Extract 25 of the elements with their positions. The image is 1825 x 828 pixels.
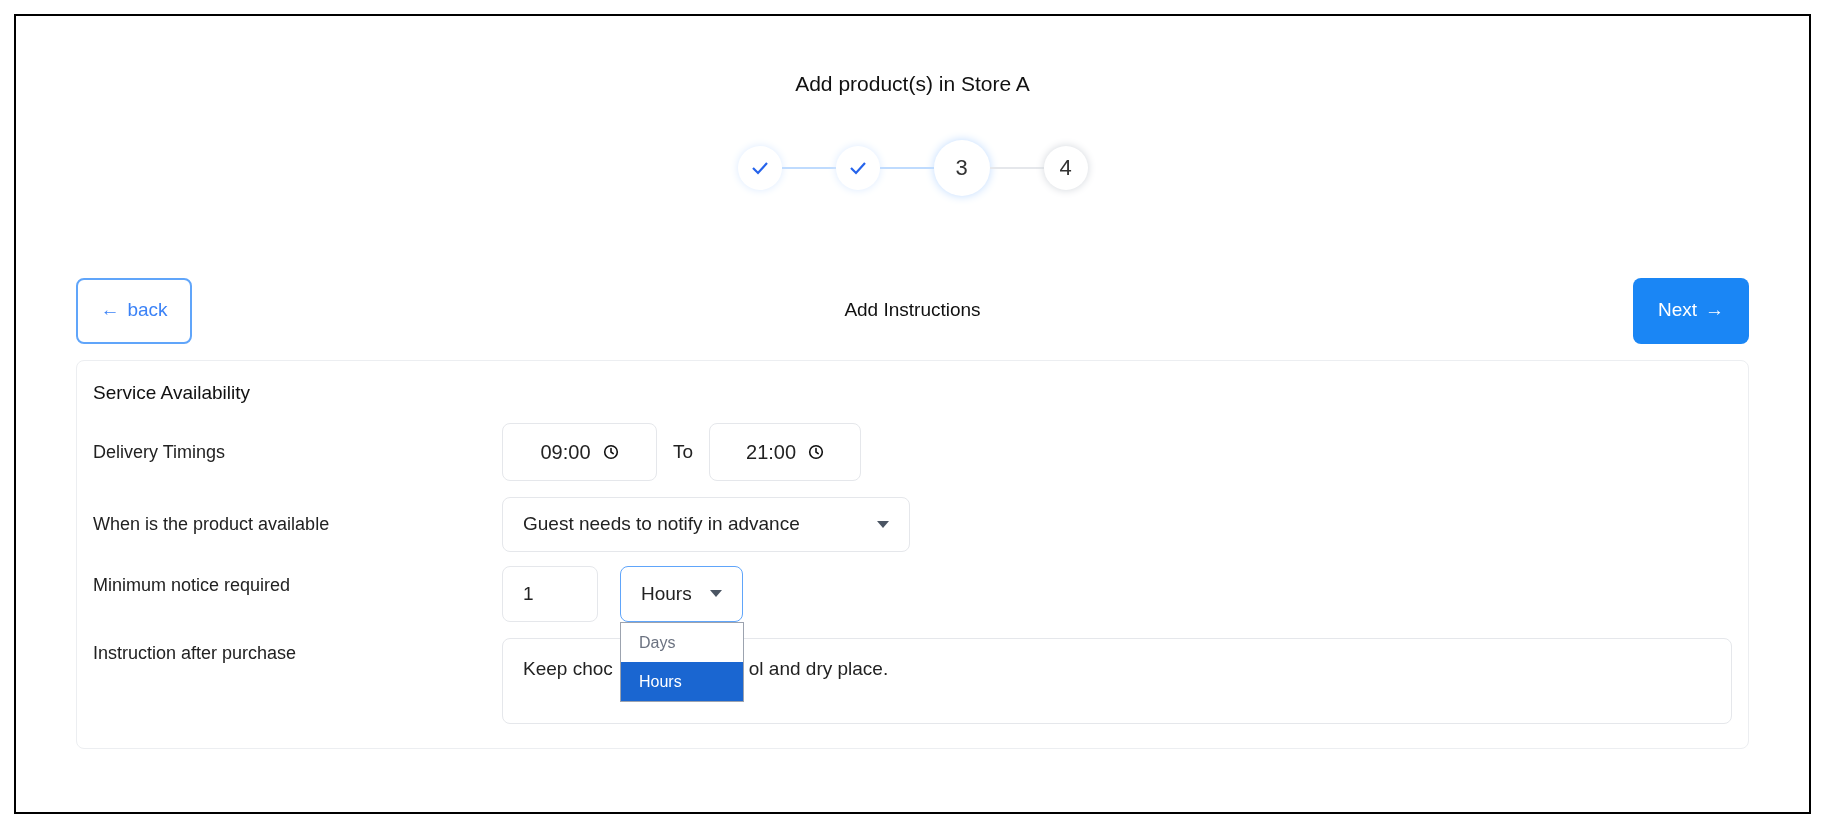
step-number: 3: [955, 154, 968, 182]
page-title: Add product(s) in Store A: [795, 71, 1030, 97]
field-label: Instruction after purchase: [93, 642, 298, 665]
caret-icon: [710, 590, 722, 598]
field-label: Minimum notice required: [93, 574, 292, 597]
step-number: 4: [1059, 154, 1072, 182]
clock-icon: [808, 444, 825, 460]
availability-select[interactable]: Guest needs to notify in advance: [502, 497, 910, 552]
time-field[interactable]: 21:00: [709, 423, 862, 481]
text-fragment: ol and dry place.: [748, 657, 889, 681]
check-icon: [750, 160, 769, 175]
caret-icon: [877, 520, 889, 529]
card-heading: Service Availability: [93, 380, 251, 405]
back-button[interactable]: ← back: [76, 277, 192, 344]
next-button[interactable]: Next →: [1633, 277, 1749, 344]
number-field[interactable]: 1: [502, 566, 598, 622]
field-label: Delivery Timings: [93, 440, 227, 464]
clock-icon: [602, 444, 619, 460]
range-separator: To: [673, 439, 694, 464]
time-field[interactable]: 09:00: [502, 423, 657, 481]
section-title: Add Instructions: [844, 298, 981, 323]
text-fragment: Keep choc: [523, 657, 613, 681]
check-icon: [848, 160, 867, 175]
dropdown-option[interactable]: Hours: [621, 662, 743, 701]
field-label: When is the product available: [93, 513, 331, 536]
